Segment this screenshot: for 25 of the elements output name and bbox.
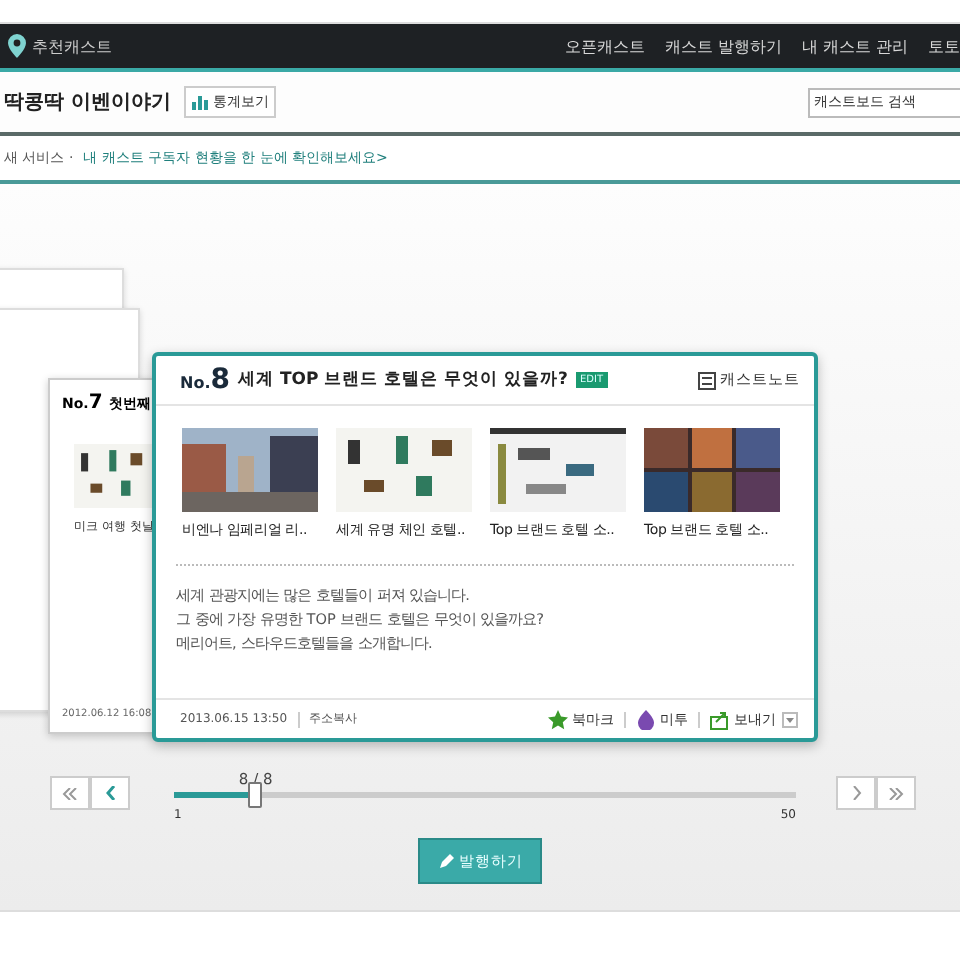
pin-icon [8, 34, 26, 58]
pencil-icon [437, 853, 453, 869]
double-chevron-left-icon [62, 787, 78, 799]
card-number: No.8 [180, 364, 230, 396]
chevron-left-icon [105, 786, 115, 800]
double-chevron-right-icon [888, 787, 904, 799]
nav-link[interactable]: 토토 [928, 35, 960, 57]
bar-chart-icon [192, 95, 209, 109]
dropdown-icon [782, 711, 798, 727]
share-icon [710, 709, 730, 729]
card-title: 세계 TOP 브랜드 호텔은 무엇이 있을까? [237, 368, 568, 392]
note-icon [698, 371, 716, 389]
logo-text[interactable]: 추천캐스트 [32, 35, 112, 57]
board-title: 딱콩딱 이벤이야기 [4, 90, 171, 116]
slider-thumb[interactable] [248, 782, 263, 808]
nav-link[interactable]: 오픈캐스트 [564, 35, 645, 57]
star-icon [548, 709, 568, 729]
drop-icon [636, 709, 656, 729]
nav-link[interactable]: 캐스트 발행하기 [664, 35, 782, 57]
previous-button[interactable] [90, 776, 130, 810]
nav-link[interactable]: 내 캐스트 관리 [801, 35, 908, 57]
last-button[interactable] [876, 776, 916, 810]
chevron-right-icon [851, 786, 861, 800]
first-button[interactable] [50, 776, 90, 810]
next-button[interactable] [836, 776, 876, 810]
